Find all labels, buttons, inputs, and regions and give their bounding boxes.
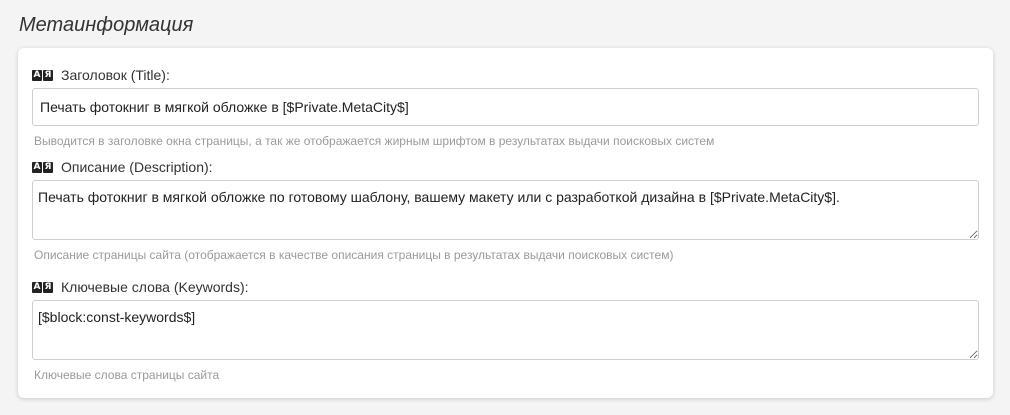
cyrillic-glyph: Я <box>43 161 53 173</box>
keywords-field: AЯ Ключевые слова (Keywords): [$block:co… <box>32 278 979 382</box>
title-field: AЯ Заголовок (Title): Выводится в заголо… <box>32 66 979 148</box>
keywords-textarea[interactable]: [$block:const-keywords$] <box>32 300 979 360</box>
language-icon[interactable]: AЯ <box>32 161 53 173</box>
latin-glyph: A <box>32 161 42 173</box>
language-icon[interactable]: AЯ <box>32 69 53 81</box>
title-field-label-row: AЯ Заголовок (Title): <box>32 66 979 84</box>
latin-glyph: A <box>32 69 42 81</box>
language-icon[interactable]: AЯ <box>32 281 53 293</box>
title-field-label: Заголовок (Title): <box>61 67 170 83</box>
keywords-field-label: Ключевые слова (Keywords): <box>61 279 249 295</box>
description-field: AЯ Описание (Description): Печать фотокн… <box>32 158 979 262</box>
meta-info-card: AЯ Заголовок (Title): Выводится в заголо… <box>18 48 993 398</box>
title-input[interactable] <box>32 88 979 126</box>
description-hint: Описание страницы сайта (отображается в … <box>34 248 674 262</box>
latin-glyph: A <box>32 281 42 293</box>
cyrillic-glyph: Я <box>43 69 53 81</box>
description-field-label-row: AЯ Описание (Description): <box>32 158 979 176</box>
description-textarea[interactable]: Печать фотокниг в мягкой обложке по гото… <box>32 180 979 240</box>
keywords-hint: Ключевые слова страницы сайта <box>34 368 220 382</box>
title-hint: Выводится в заголовке окна страницы, а т… <box>34 134 715 148</box>
keywords-field-label-row: AЯ Ключевые слова (Keywords): <box>32 278 979 296</box>
description-field-label: Описание (Description): <box>61 159 213 175</box>
section-title: Метаинформация <box>19 14 194 36</box>
cyrillic-glyph: Я <box>43 281 53 293</box>
